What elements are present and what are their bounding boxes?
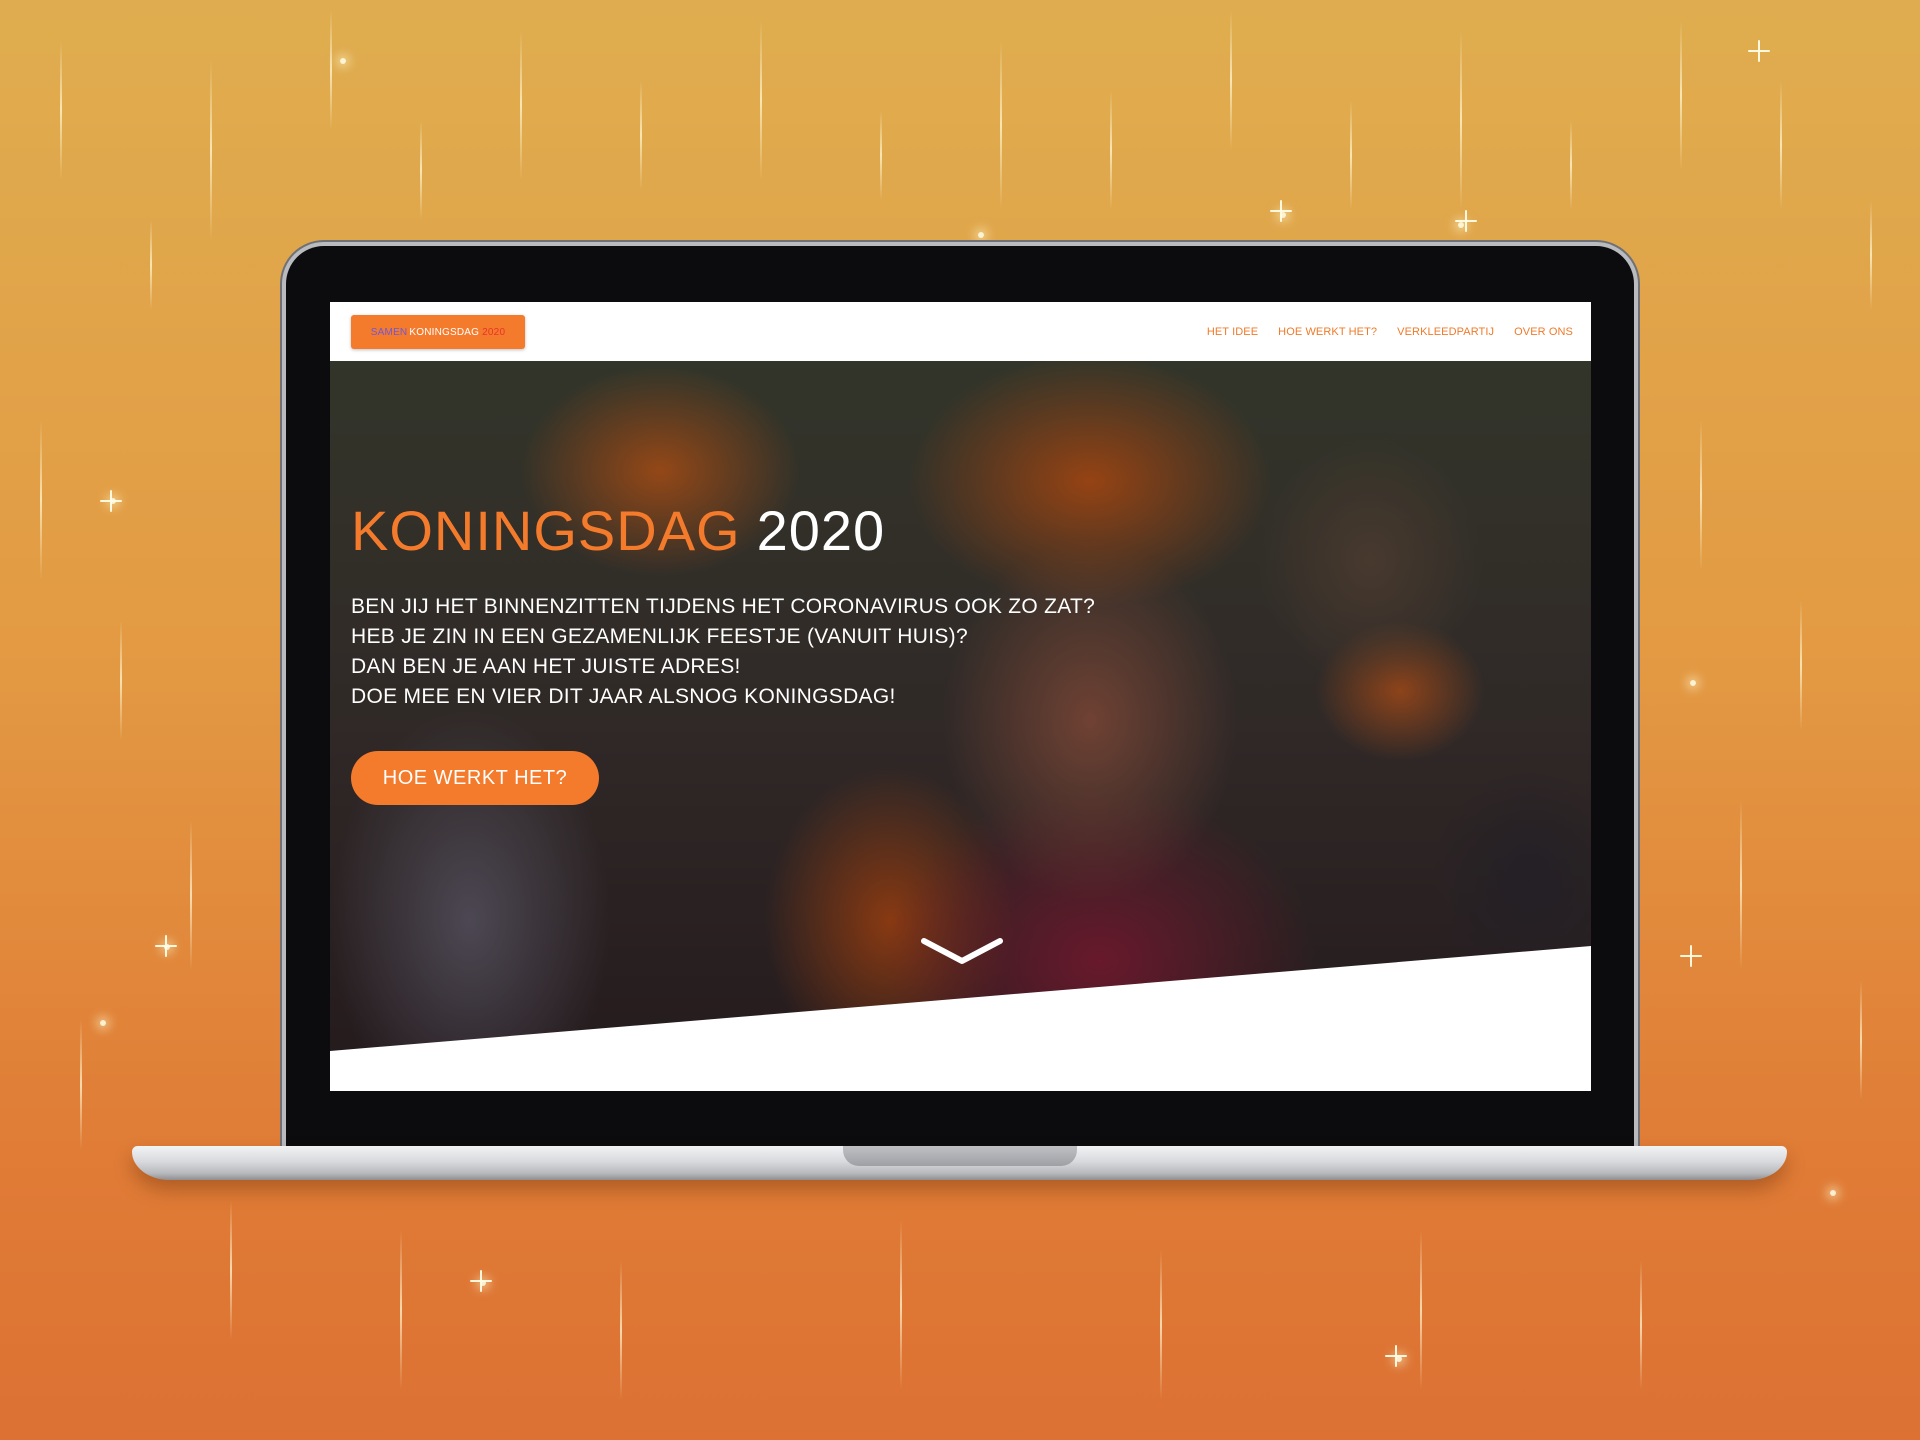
logo-part-samen: SAMEN	[370, 326, 408, 338]
main-nav: HET IDEE HOE WERKT HET? VERKLEEDPARTIJ O…	[1187, 302, 1573, 361]
laptop-notch	[843, 1146, 1077, 1166]
nav-link-het-idee[interactable]: HET IDEE	[1207, 326, 1258, 338]
laptop-screen: SAMEN KONINGSDAG 2020 HET IDEE HOE WERKT…	[330, 302, 1591, 1091]
logo-part-koningsdag: KONINGSDAG	[409, 326, 480, 338]
hero-section: KONINGSDAG 2020 BEN JIJ HET BINNENZITTEN …	[330, 361, 1591, 1091]
site-header: SAMEN KONINGSDAG 2020 HET IDEE HOE WERKT…	[330, 302, 1591, 361]
nav-link-verkleedpartij[interactable]: VERKLEEDPARTIJ	[1397, 326, 1494, 338]
nav-link-hoe-werkt-het[interactable]: HOE WERKT HET?	[1278, 326, 1377, 338]
chevron-down-icon[interactable]	[920, 935, 1004, 971]
nav-link-over-ons[interactable]: OVER ONS	[1514, 326, 1573, 338]
site-logo[interactable]: SAMEN KONINGSDAG 2020	[351, 315, 525, 349]
hero-slant-divider	[330, 946, 1591, 1091]
logo-part-year: 2020	[482, 326, 506, 338]
